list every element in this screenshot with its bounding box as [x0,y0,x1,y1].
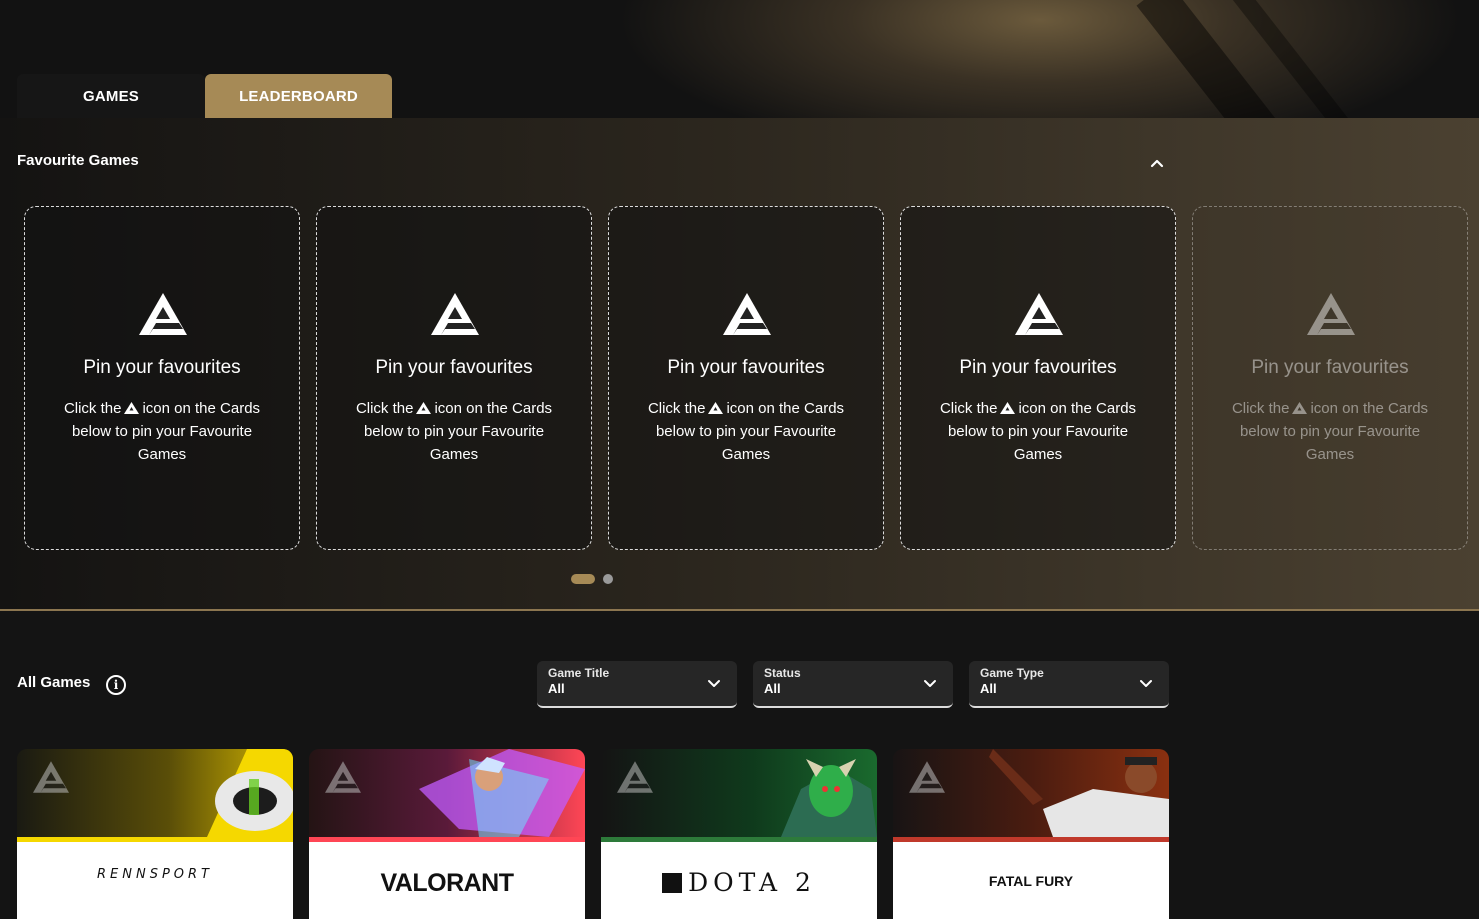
dota-emblem-icon [662,873,683,893]
card-description: Click the icon on the Cards below to pin … [355,400,553,463]
favourite-placeholder-card: Pin your favourites Click the icon on the… [24,206,300,550]
card-description: Click the icon on the Cards below to pin … [1231,400,1429,463]
pin-inline-icon [1000,402,1016,414]
game-card-fatal-fury[interactable]: FATAL FURY [893,749,1169,919]
info-icon[interactable]: i [106,675,126,695]
card-title: Pin your favourites [1251,357,1409,378]
game-card-valorant[interactable]: VALORANT [309,749,585,919]
pin-inline-icon [1292,402,1308,414]
card-title: Pin your favourites [667,357,825,378]
pin-logo-icon [1015,293,1063,335]
game-title-logo: VALORANT [380,869,514,897]
filter-label: Game Title [548,666,610,680]
status-filter[interactable]: Status All [753,661,953,708]
game-card-rennsport[interactable]: RENNSPORT [17,749,293,919]
card-title: Pin your favourites [375,357,533,378]
carousel-pagination [571,574,613,584]
game-card-dota2[interactable]: DOTA 2 [601,749,877,919]
pin-inline-icon [416,402,432,414]
tab-leaderboard[interactable]: LEADERBOARD [205,74,392,118]
pin-inline-icon [124,402,140,414]
favourite-placeholder-card: Pin your favourites Click the icon on the… [608,206,884,550]
pin-logo-icon[interactable] [617,761,653,793]
game-type-filter[interactable]: Game Type All [969,661,1169,708]
favourite-games-panel: Favourite Games Pin your favourites Clic… [0,118,1479,611]
pin-logo-icon[interactable] [33,761,69,793]
filter-label: Game Type [980,666,1044,680]
tab-games[interactable]: GAMES [17,74,205,118]
chevron-down-icon [924,680,936,687]
game-title-filter[interactable]: Game Title All [537,661,737,708]
game-title-logo: RENNSPORT [97,867,213,882]
card-description: Click the icon on the Cards below to pin … [939,400,1137,463]
all-games-title: All Games [17,674,91,691]
filter-label: Status [764,666,801,680]
pagination-dot[interactable] [603,574,613,584]
pin-logo-icon [723,293,771,335]
favourite-games-title: Favourite Games [17,152,139,169]
favourite-placeholder-card: Pin your favourites Click the icon on the… [900,206,1176,550]
pin-inline-icon [708,402,724,414]
game-title-logo: FATAL FURY [988,873,1074,889]
tab-bar: GAMES LEADERBOARD [17,74,392,118]
pagination-dot-active[interactable] [571,574,595,584]
card-title: Pin your favourites [959,357,1117,378]
pin-logo-icon[interactable] [325,761,361,793]
card-description: Click the icon on the Cards below to pin … [647,400,845,463]
pin-logo-icon[interactable] [909,761,945,793]
card-title: Pin your favourites [83,357,241,378]
chevron-down-icon [708,680,720,687]
pin-logo-icon [1307,293,1355,335]
game-title-logo: DOTA 2 [601,868,877,897]
favourite-placeholder-card: Pin your favourites Click the icon on the… [1192,206,1468,550]
favourite-placeholder-card: Pin your favourites Click the icon on the… [316,206,592,550]
card-description: Click the icon on the Cards below to pin … [63,400,261,463]
pin-logo-icon [139,293,187,335]
chevron-down-icon [1140,680,1152,687]
chevron-up-icon[interactable] [1148,154,1166,172]
pin-logo-icon [431,293,479,335]
